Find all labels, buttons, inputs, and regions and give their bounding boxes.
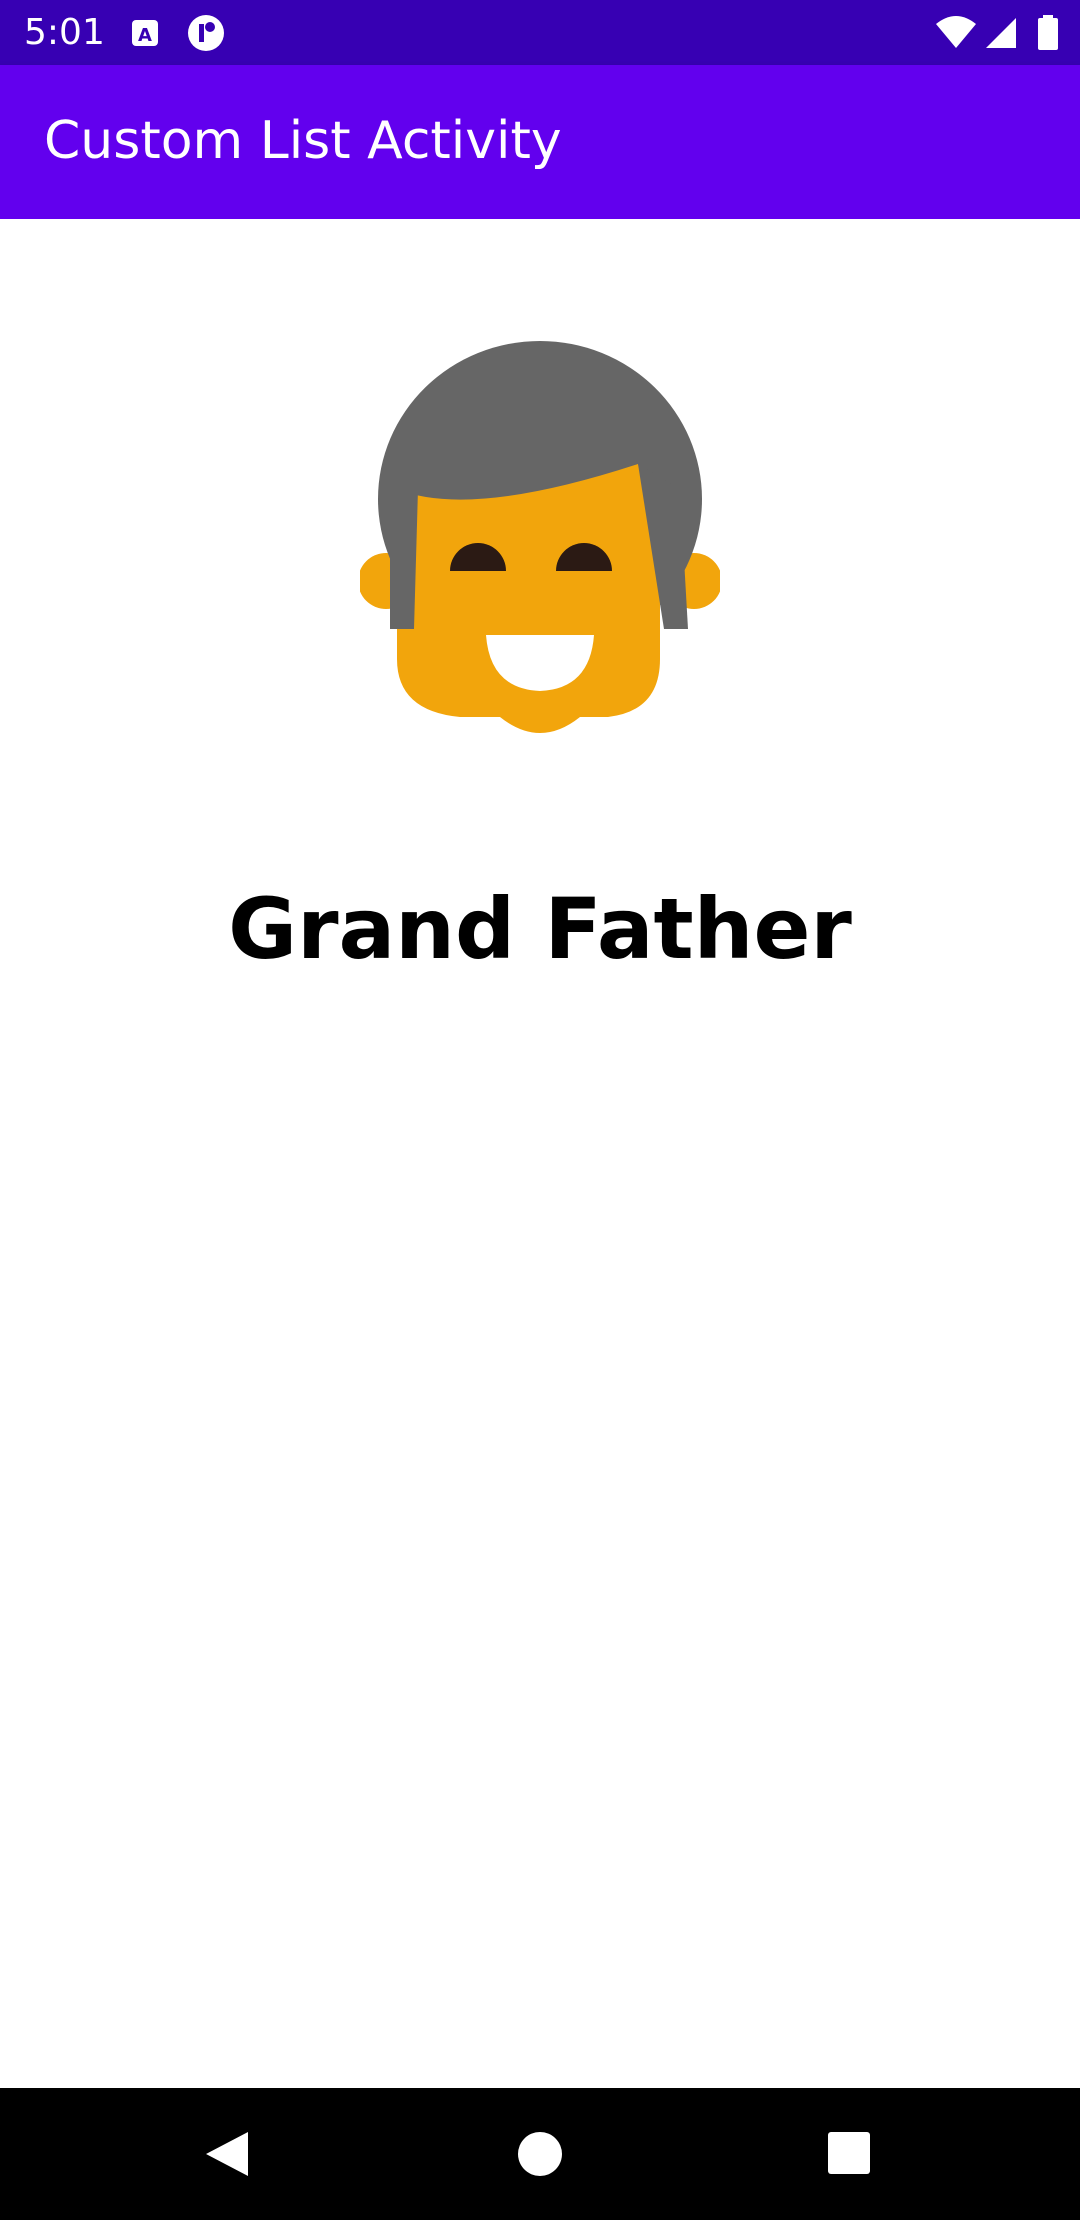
accessibility-a-icon: A <box>128 14 166 52</box>
navigation-bar <box>0 2088 1080 2220</box>
app-notification-icon <box>186 14 224 52</box>
app-title: Custom List Activity <box>44 111 562 171</box>
recents-icon[interactable] <box>814 2118 886 2190</box>
wifi-icon <box>934 14 976 52</box>
svg-text:A: A <box>138 25 152 46</box>
detail-content: Grand Father <box>0 219 1080 2088</box>
status-time: 5:01 <box>24 12 105 53</box>
home-icon[interactable] <box>504 2118 576 2190</box>
back-icon[interactable] <box>190 2118 262 2190</box>
signal-icon <box>982 14 1020 52</box>
battery-icon <box>1036 14 1074 52</box>
person-name: Grand Father <box>228 880 852 978</box>
app-bar: Custom List Activity <box>0 65 1080 219</box>
status-bar: 5:01 A <box>0 0 1080 65</box>
grandfather-face-icon <box>358 339 722 759</box>
